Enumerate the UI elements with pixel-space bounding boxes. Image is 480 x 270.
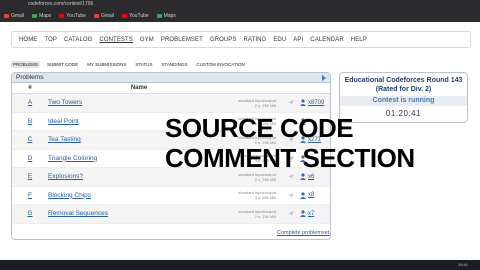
nav-groups[interactable]: GROUPS — [210, 37, 237, 43]
expand-arrow-icon[interactable] — [322, 74, 326, 81]
taskbar-clock: 19:41 — [457, 262, 468, 267]
problem-id-link[interactable]: B — [12, 118, 48, 125]
solved-count-link[interactable]: x7 — [300, 210, 330, 218]
solved-count: x8709 — [308, 99, 325, 106]
solved-count-link[interactable]: x6 — [300, 173, 330, 181]
problem-id-link[interactable]: F — [12, 192, 48, 199]
nav-top[interactable]: TOP — [44, 37, 57, 43]
solved-count-link[interactable]: x8 — [300, 192, 330, 199]
table-row: G Removal Sequences standard input/output 2… — [12, 205, 330, 224]
solved-count: x8 — [308, 192, 315, 199]
problem-time-memory: 2 s, 256 MB — [254, 213, 276, 219]
nav-calendar[interactable]: CALENDAR — [310, 37, 343, 43]
submit-cell[interactable] — [282, 173, 300, 180]
problem-time-memory: 2 s, 256 MB — [254, 176, 276, 182]
submit-cell[interactable] — [282, 99, 300, 106]
bookmark-icon — [32, 14, 38, 18]
submit-cell[interactable] — [282, 210, 300, 217]
problems-panel-header: Problems — [12, 73, 330, 83]
address-bar[interactable]: codeforces.com/contest/1795 — [0, 0, 480, 9]
submit-icon[interactable] — [287, 99, 295, 106]
overlay-caption-line2: COMMENT SECTION — [165, 143, 415, 173]
tab-my-submissions[interactable]: MY SUBMISSIONS — [85, 61, 128, 68]
problem-name-link[interactable]: Removal Sequences — [48, 210, 222, 217]
contest-status: Contest is running — [340, 96, 467, 106]
solved-count-link[interactable]: x8709 — [300, 99, 330, 107]
bookmark-icon — [59, 14, 65, 18]
bookmark-label: Maps — [163, 13, 176, 19]
user-icon — [300, 192, 306, 199]
bookmark-label: YouTube — [129, 13, 149, 19]
bookmark-label: Gmail — [100, 13, 115, 19]
col-hash: # — [28, 85, 32, 91]
problem-id-link[interactable]: E — [12, 173, 48, 180]
problem-limits: standard input/output 2 s, 256 MB — [222, 98, 282, 108]
problem-name-link[interactable]: Explosions? — [48, 173, 222, 180]
overlay-caption-line1: SOURCE CODE — [165, 113, 354, 143]
problem-id-link[interactable]: C — [12, 136, 48, 143]
table-row: A Two Towers standard input/output 2 s, 256… — [12, 94, 330, 113]
browser-chrome: codeforces.com/contest/1795 Gmail Maps You… — [0, 0, 480, 22]
table-row: F Blocking Chips standard input/output 3 s,… — [12, 187, 330, 205]
problem-time-memory: 3 s, 256 MB — [254, 195, 276, 201]
bookmark-icon — [122, 14, 128, 18]
bookmark-icon — [4, 14, 9, 18]
bookmark-icon — [156, 14, 162, 18]
problem-limits: standard input/output 3 s, 256 MB — [222, 190, 282, 200]
bookmark-label: YouTube — [66, 13, 86, 19]
nav-rating[interactable]: RATING — [244, 37, 267, 43]
contest-info-box: Educational Codeforces Round 143 (Rated … — [339, 72, 468, 123]
nav-edu[interactable]: EDU — [273, 37, 286, 43]
tab-status[interactable]: STATUS — [133, 61, 154, 68]
table-header: # Name — [12, 83, 330, 94]
contest-subtabs: PROBLEMS SUBMIT CODE MY SUBMISSIONS STATUS S… — [11, 60, 252, 69]
tab-custom-invocation[interactable]: CUSTOM INVOCATION — [194, 61, 246, 68]
os-taskbar: 19:41 — [0, 260, 480, 270]
bookmark-item[interactable]: Maps — [32, 13, 51, 19]
problem-id-link[interactable]: G — [12, 210, 48, 217]
bookmarks-bar: Gmail Maps YouTube Gmail YouTube Maps — [0, 11, 480, 21]
contest-title[interactable]: Educational Codeforces Round 143 (Rated … — [340, 76, 467, 94]
bookmark-label: Gmail — [11, 13, 25, 19]
nav-help[interactable]: HELP — [351, 37, 367, 43]
bookmark-item[interactable]: YouTube — [59, 13, 86, 19]
main-nav: HOME TOP CATALOG CONTESTS GYM PROBLEMSET GROUP… — [11, 31, 471, 48]
panel-title: Problems — [16, 74, 44, 81]
problem-name-link[interactable]: Two Towers — [48, 99, 222, 106]
nav-gym[interactable]: GYM — [140, 37, 154, 43]
bookmark-item[interactable]: Gmail — [4, 13, 24, 19]
user-icon — [300, 173, 306, 181]
url-text[interactable]: codeforces.com/contest/1795 — [28, 1, 93, 7]
solved-count: x6 — [308, 173, 315, 180]
tab-submit-code[interactable]: SUBMIT CODE — [45, 61, 80, 68]
nav-home[interactable]: HOME — [19, 37, 37, 43]
nav-catalog[interactable]: CATALOG — [64, 37, 92, 43]
bookmark-item[interactable]: Maps — [156, 13, 176, 19]
problem-id-link[interactable]: A — [12, 99, 48, 106]
nav-problemset[interactable]: PROBLEMSET — [161, 37, 203, 43]
bookmark-item[interactable]: Gmail — [93, 13, 115, 19]
tab-problems[interactable]: PROBLEMS — [11, 61, 41, 68]
nav-contests[interactable]: CONTESTS — [99, 37, 132, 43]
col-name: Name — [130, 85, 148, 91]
user-icon — [300, 99, 306, 107]
problem-time-memory: 2 s, 256 MB — [254, 102, 276, 108]
contest-timer: 01:20:41 — [385, 109, 422, 118]
solved-count: x7 — [308, 210, 315, 217]
user-icon — [300, 210, 306, 218]
submit-cell[interactable] — [282, 192, 300, 199]
bookmark-label: Maps — [39, 13, 52, 19]
submit-icon[interactable] — [287, 173, 295, 180]
complete-problemset-link[interactable]: Complete problemset — [277, 230, 329, 236]
problem-limits: standard input/output 2 s, 256 MB — [222, 209, 282, 219]
bookmark-icon — [93, 14, 99, 18]
submit-icon[interactable] — [287, 210, 295, 217]
nav-api[interactable]: API — [293, 37, 303, 43]
tab-standings[interactable]: STANDINGS — [159, 61, 189, 68]
bookmark-item[interactable]: YouTube — [122, 13, 149, 19]
problem-id-link[interactable]: D — [12, 155, 48, 162]
problem-name-link[interactable]: Blocking Chips — [48, 192, 222, 199]
submit-icon[interactable] — [287, 192, 295, 199]
